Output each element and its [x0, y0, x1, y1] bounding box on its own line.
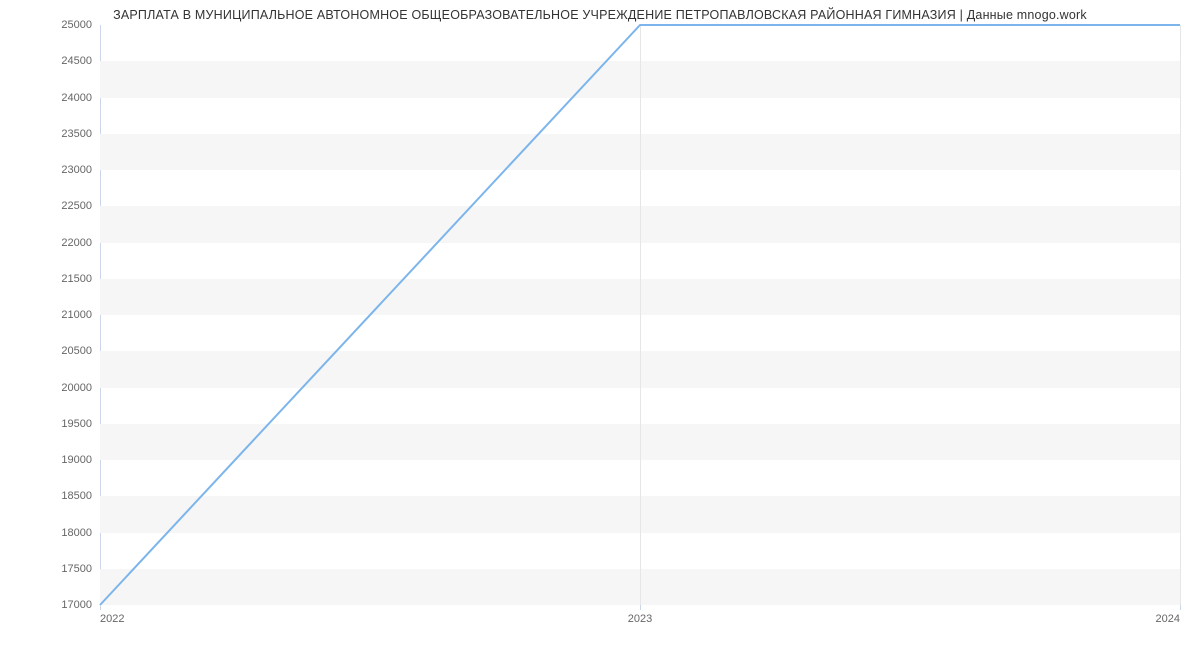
y-tick-label: 20500: [61, 345, 92, 357]
x-tick: [640, 605, 641, 610]
y-tick-label: 21000: [61, 309, 92, 321]
data-line: [100, 25, 1180, 605]
chart-title: ЗАРПЛАТА В МУНИЦИПАЛЬНОЕ АВТОНОМНОЕ ОБЩЕ…: [0, 8, 1200, 22]
y-tick-label: 23500: [61, 128, 92, 140]
y-tick-label: 19000: [61, 454, 92, 466]
plot-inner: 1700017500180001850019000195002000020500…: [100, 25, 1180, 605]
y-tick-label: 17000: [61, 599, 92, 611]
y-tick-label: 19500: [61, 418, 92, 430]
y-tick-label: 23000: [61, 164, 92, 176]
plot-area: 1700017500180001850019000195002000020500…: [100, 25, 1180, 605]
y-tick-label: 25000: [61, 19, 92, 31]
x-tick-label: 2022: [100, 613, 124, 625]
y-tick-label: 20000: [61, 382, 92, 394]
y-tick-label: 24500: [61, 55, 92, 67]
x-tick: [100, 605, 101, 610]
y-tick-label: 24000: [61, 92, 92, 104]
grid-vline: [1180, 25, 1181, 605]
y-tick-label: 18000: [61, 527, 92, 539]
x-tick: [1180, 605, 1181, 610]
y-tick-label: 22500: [61, 200, 92, 212]
y-tick-label: 21500: [61, 273, 92, 285]
line-svg: [100, 25, 1180, 605]
y-tick-label: 17500: [61, 563, 92, 575]
y-tick-label: 18500: [61, 490, 92, 502]
x-tick-label: 2023: [628, 613, 652, 625]
y-tick-label: 22000: [61, 237, 92, 249]
x-tick-label: 2024: [1156, 613, 1180, 625]
